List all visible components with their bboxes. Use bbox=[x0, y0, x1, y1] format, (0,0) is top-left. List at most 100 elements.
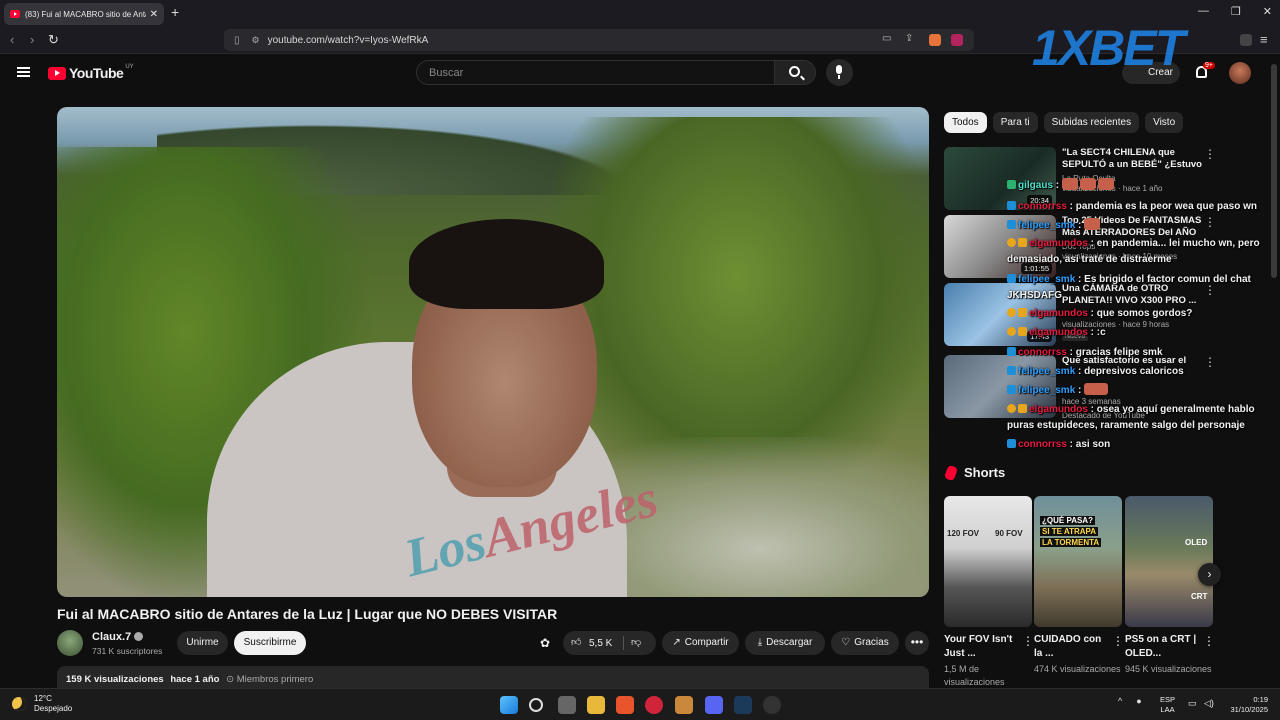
language-indicator[interactable]: ESP LAA bbox=[1160, 695, 1175, 715]
tab-close-icon[interactable]: ✕ bbox=[150, 9, 158, 20]
chat-username: connorrss bbox=[1018, 347, 1067, 358]
download-button[interactable]: ⤓ Descargar bbox=[745, 631, 825, 655]
chat-username: elgamundos bbox=[1029, 404, 1088, 415]
channel-avatar[interactable] bbox=[57, 630, 83, 656]
more-actions-icon[interactable]: ⋮ bbox=[1204, 147, 1216, 161]
related-filter-chips: Todos Para ti Subidas recientes Visto bbox=[944, 112, 1184, 133]
address-bar[interactable]: ▯ ⚙ youtube.com/watch?v=Iyos-WefRkA bbox=[224, 29, 974, 51]
new-tab-button[interactable]: + bbox=[171, 4, 179, 20]
view-count: 159 K visualizaciones bbox=[66, 674, 164, 685]
close-window-icon[interactable]: ✕ bbox=[1263, 5, 1272, 18]
short-views: 945 K visualizaciones bbox=[1125, 664, 1212, 674]
app-icon[interactable] bbox=[763, 696, 781, 714]
chip-all[interactable]: Todos bbox=[944, 112, 987, 133]
rewards-icon[interactable] bbox=[951, 34, 963, 46]
start-icon[interactable] bbox=[500, 696, 518, 714]
verified-icon bbox=[134, 632, 144, 641]
brave-browser-icon[interactable] bbox=[616, 696, 634, 714]
chip-recent-uploads[interactable]: Subidas recientes bbox=[1043, 112, 1140, 133]
account-avatar[interactable] bbox=[1229, 62, 1251, 84]
chat-username: connorrss bbox=[1018, 439, 1067, 450]
discord-icon[interactable] bbox=[705, 696, 723, 714]
chat-message: felipee_smk : bbox=[1007, 383, 1277, 399]
like-icon[interactable]: 👍︎ bbox=[571, 636, 581, 648]
subscriber-count: 731 K suscriptores bbox=[92, 646, 163, 656]
short-overlay-text: OLED bbox=[1185, 538, 1208, 547]
description-box[interactable]: 159 K visualizaciones hace 1 año ⊙ Miemb… bbox=[57, 666, 929, 690]
chat-username: gilgaus bbox=[1018, 180, 1054, 191]
steam-icon[interactable] bbox=[734, 696, 752, 714]
chip-for-you[interactable]: Para ti bbox=[992, 112, 1038, 133]
clock[interactable]: 0:19 31/10/2025 bbox=[1226, 695, 1268, 715]
wallet-icon[interactable] bbox=[1240, 34, 1252, 46]
thanks-button[interactable]: ♡ Gracias bbox=[831, 631, 899, 655]
chat-message: connorrss : gracias felipe smk bbox=[1007, 345, 1277, 361]
cast-icon[interactable]: ▭ bbox=[882, 33, 891, 44]
chat-text: que somos gordos? bbox=[1096, 308, 1193, 319]
short-card[interactable]: ¿QUÉ PASA? SI TE ATRAPA LA TORMENTA CUID… bbox=[1034, 496, 1124, 676]
video-player[interactable]: LosAngeles bbox=[57, 107, 929, 597]
short-title[interactable]: Your FOV Isn't Just ... bbox=[944, 633, 1020, 661]
search-button[interactable] bbox=[774, 60, 816, 85]
emote-icon bbox=[1084, 383, 1109, 395]
forward-icon[interactable]: › bbox=[30, 32, 34, 47]
short-overlay-text: CRT bbox=[1191, 592, 1208, 601]
short-title[interactable]: PS5 on a CRT | OLED... bbox=[1125, 633, 1201, 661]
reload-icon[interactable]: ↻ bbox=[48, 32, 59, 48]
subscribe-button[interactable]: Suscribirme bbox=[234, 631, 306, 655]
short-card[interactable]: 120 FOV 90 FOV Your FOV Isn't Just ... 1… bbox=[944, 496, 1034, 689]
chat-badge-icon bbox=[1007, 347, 1016, 356]
short-thumbnail[interactable]: ¿QUÉ PASA? SI TE ATRAPA LA TORMENTA bbox=[1034, 496, 1122, 627]
dislike-icon[interactable]: 👎︎ bbox=[631, 636, 641, 648]
weather-widget[interactable]: 12°C Despejado bbox=[12, 694, 72, 714]
more-actions-icon[interactable]: ⋮ bbox=[1203, 634, 1215, 648]
chat-badge-icon bbox=[1018, 327, 1027, 336]
hamburger-menu-icon[interactable] bbox=[17, 67, 30, 77]
short-thumbnail[interactable]: OLED CRT bbox=[1125, 496, 1213, 627]
chat-badge-icon bbox=[1007, 220, 1016, 229]
chat-badge-icon bbox=[1007, 238, 1016, 247]
task-view-icon[interactable] bbox=[558, 696, 576, 714]
chat-username: elgamundos bbox=[1029, 327, 1088, 338]
network-icon[interactable]: ▭ bbox=[1188, 698, 1197, 709]
sponsor-icon[interactable]: ✿ bbox=[540, 636, 550, 650]
browser-tab[interactable]: (83) Fui al MACABRO sitio de Antares de … bbox=[4, 3, 164, 25]
weather-condition: Despejado bbox=[34, 704, 73, 713]
share-button[interactable]: ↗ Compartir bbox=[662, 631, 739, 655]
tray-chevron-icon[interactable]: ^ bbox=[1118, 696, 1122, 706]
like-count[interactable]: 5,5 K bbox=[589, 638, 612, 649]
more-actions-icon[interactable]: ⋮ bbox=[1112, 634, 1124, 648]
channel-name[interactable]: Claux.7 bbox=[92, 631, 144, 643]
more-actions-icon[interactable]: ⋮ bbox=[1022, 634, 1034, 648]
file-explorer-icon[interactable] bbox=[587, 696, 605, 714]
microphone-icon[interactable]: ● bbox=[1136, 696, 1141, 706]
volume-icon[interactable]: ◁) bbox=[1204, 698, 1214, 709]
brave-shield-icon[interactable] bbox=[929, 34, 941, 46]
keyboard-layout: LAA bbox=[1160, 705, 1175, 714]
chat-badge-icon bbox=[1007, 274, 1016, 283]
short-title[interactable]: CUIDADO con la ... bbox=[1034, 633, 1110, 661]
media-player-icon[interactable] bbox=[645, 696, 663, 714]
chat-username: felipee_smk bbox=[1018, 220, 1076, 231]
minimize-icon[interactable]: — bbox=[1198, 5, 1209, 18]
chip-watched[interactable]: Visto bbox=[1145, 112, 1184, 133]
restore-icon[interactable]: ❐ bbox=[1231, 5, 1241, 18]
taskbar-search-icon[interactable] bbox=[529, 698, 543, 712]
video-title[interactable]: "La SECT4 CHILENA que SEPULTÓ a un BEBÉ"… bbox=[1062, 147, 1202, 171]
search-input[interactable]: Buscar bbox=[416, 60, 774, 85]
shorts-next-button[interactable]: › bbox=[1198, 563, 1221, 586]
bookmark-icon[interactable]: ▯ bbox=[234, 35, 240, 46]
short-thumbnail[interactable]: 120 FOV 90 FOV bbox=[944, 496, 1032, 627]
shorts-title: Shorts bbox=[964, 465, 1006, 480]
app-icon[interactable] bbox=[675, 696, 693, 714]
browser-menu-icon[interactable]: ≡ bbox=[1260, 32, 1268, 47]
site-settings-icon[interactable]: ⚙ bbox=[252, 35, 260, 46]
back-icon[interactable]: ‹ bbox=[10, 32, 14, 47]
share-icon[interactable]: ⇪ bbox=[905, 33, 913, 44]
more-actions-button[interactable]: ••• bbox=[905, 631, 929, 655]
join-button[interactable]: Unirme bbox=[177, 631, 228, 655]
youtube-logo[interactable]: YouTube UY bbox=[48, 64, 134, 81]
short-card[interactable]: OLED CRT PS5 on a CRT | OLED... 945 K vi… bbox=[1125, 496, 1215, 676]
chat-badge-icon bbox=[1007, 439, 1016, 448]
voice-search-icon[interactable] bbox=[826, 59, 853, 86]
